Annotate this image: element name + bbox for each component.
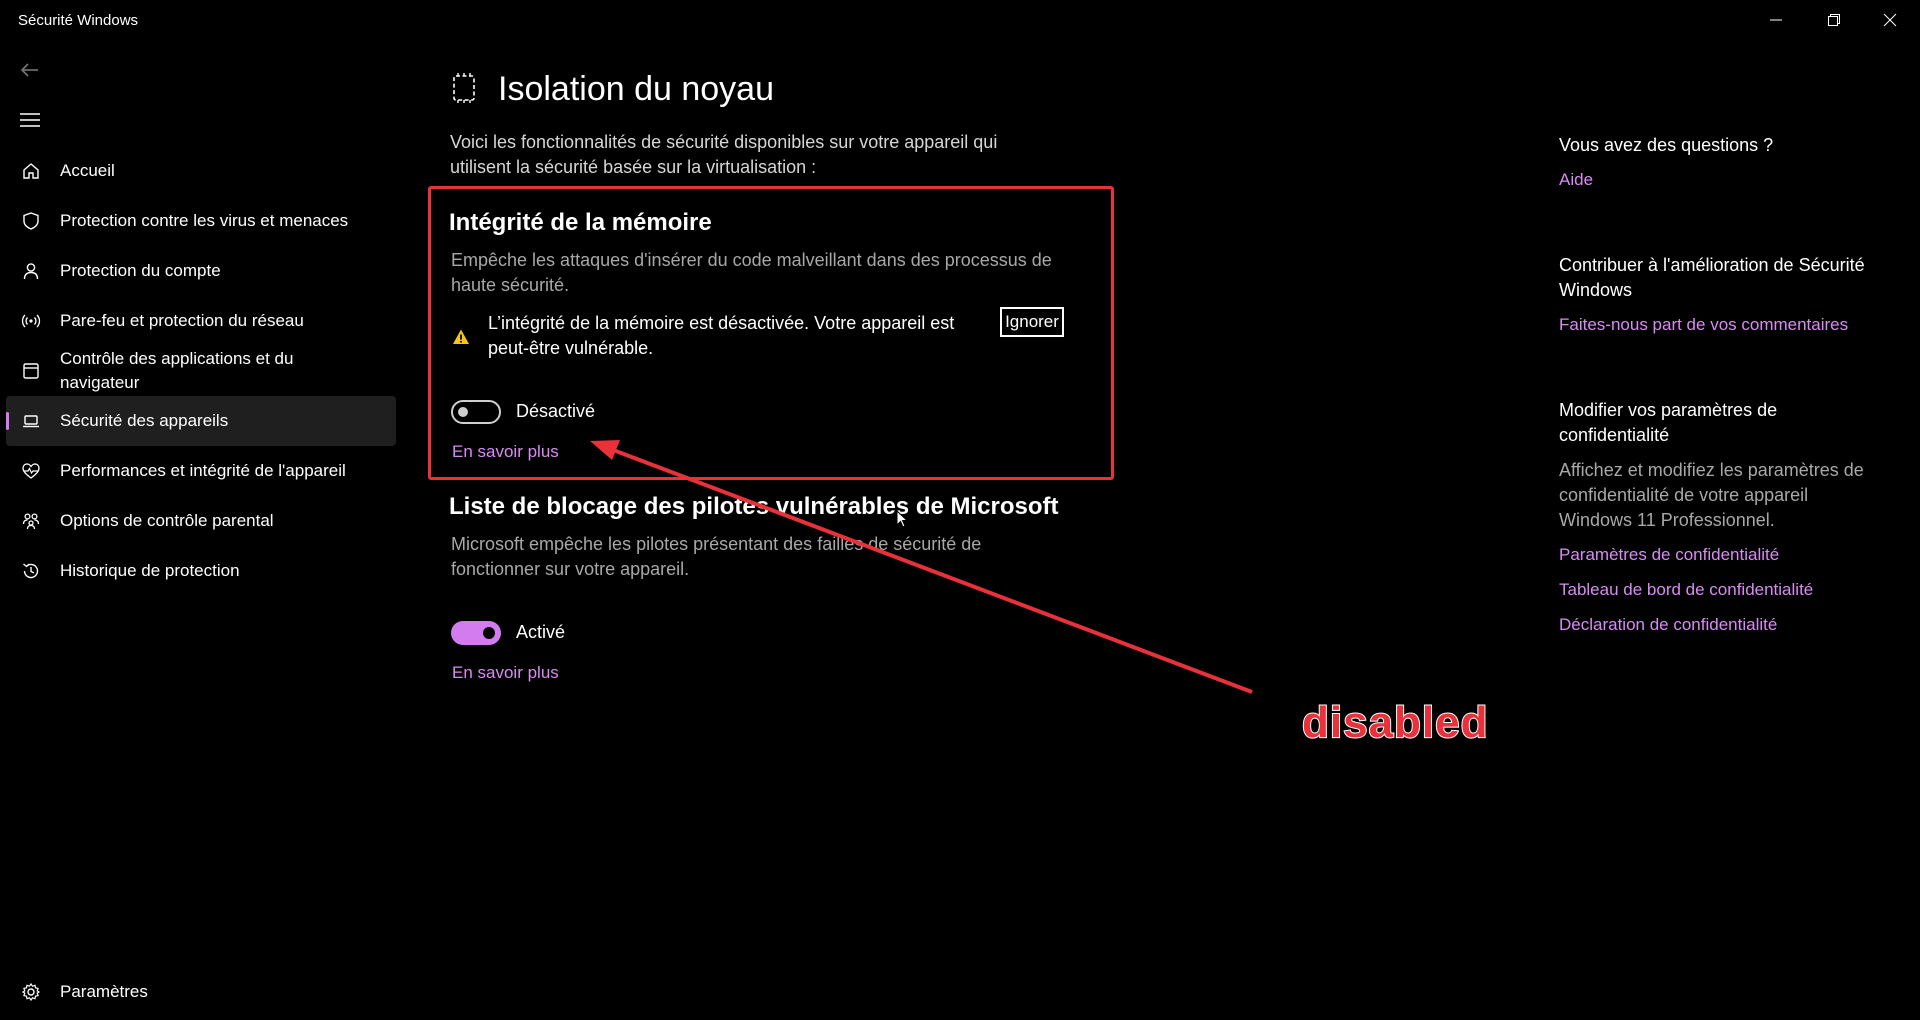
- sidebar-item-protection-history[interactable]: Historique de protection: [6, 546, 396, 596]
- browser-window-icon: [20, 360, 42, 382]
- settings-label: Paramètres: [60, 982, 148, 1001]
- driver-blocklist-description: Microsoft empêche les pilotes présentant…: [451, 534, 982, 579]
- settings-button[interactable]: Paramètres: [6, 968, 396, 1016]
- ignore-button[interactable]: Ignorer: [1000, 307, 1064, 337]
- sidebar-item-label: Historique de protection: [60, 561, 240, 580]
- close-button[interactable]: [1862, 0, 1918, 40]
- sidebar-item-label: Accueil: [60, 161, 115, 180]
- sidebar-item-account-protection[interactable]: Protection du compte: [6, 246, 396, 296]
- core-isolation-icon: [450, 72, 478, 104]
- home-icon: [20, 160, 42, 182]
- shield-icon: [20, 210, 42, 232]
- memory-integrity-toggle-label: Désactivé: [516, 401, 596, 421]
- help-heading: Vous avez des questions ?: [1559, 135, 1774, 155]
- history-icon: [20, 560, 42, 582]
- privacy-text: Affichez et modifiez les paramètres de c…: [1559, 460, 1864, 530]
- feedback-section: Contribuer à l'amélioration de Sécurité …: [1559, 253, 1879, 335]
- title-bar: Sécurité Windows: [0, 0, 1920, 40]
- privacy-settings-link[interactable]: Paramètres de confidentialité: [1559, 545, 1879, 565]
- sidebar-item-label: Performances et intégrité de l'appareil: [60, 461, 346, 480]
- wifi-antenna-icon: [20, 310, 42, 332]
- toggle-knob: [483, 627, 495, 639]
- family-icon: [20, 510, 42, 532]
- sidebar-item-device-performance[interactable]: Performances et intégrité de l'appareil: [6, 446, 396, 496]
- mouse-cursor-icon: [896, 510, 909, 528]
- app-title: Sécurité Windows: [18, 12, 139, 29]
- warning-icon: [452, 328, 470, 346]
- annotation-label: disabled: [1301, 697, 1489, 748]
- privacy-statement-link[interactable]: Déclaration de confidentialité: [1559, 615, 1879, 635]
- privacy-dashboard-link[interactable]: Tableau de bord de confidentialité: [1559, 580, 1879, 600]
- driver-blocklist-toggle[interactable]: [451, 621, 501, 645]
- sidebar-item-parental-controls[interactable]: Options de contrôle parental: [6, 496, 396, 546]
- sidebar-item-label: Options de contrôle parental: [60, 511, 274, 530]
- help-link[interactable]: Aide: [1559, 170, 1879, 190]
- toggle-knob: [458, 407, 468, 417]
- sidebar-item-home[interactable]: Accueil: [6, 146, 396, 196]
- person-icon: [20, 260, 42, 282]
- sidebar-item-app-browser-control[interactable]: Contrôle des applications et du navigate…: [6, 346, 396, 396]
- sidebar-item-label: Contrôle des applications et du navigate…: [60, 349, 294, 392]
- memory-integrity-toggle[interactable]: [451, 400, 501, 424]
- privacy-section: Modifier vos paramètres de confidentiali…: [1559, 398, 1879, 635]
- menu-button[interactable]: [18, 110, 42, 130]
- driver-blocklist-title: Liste de blocage des pilotes vulnérables…: [449, 493, 1059, 520]
- back-button[interactable]: [18, 60, 42, 80]
- driver-blocklist-learn-more-link[interactable]: En savoir plus: [452, 663, 559, 683]
- gear-icon: [20, 981, 42, 1003]
- back-arrow-icon: [20, 63, 38, 77]
- driver-blocklist-toggle-label: Activé: [516, 622, 566, 642]
- sidebar-item-device-security[interactable]: Sécurité des appareils: [6, 396, 396, 446]
- page-intro: Voici les fonctionnalités de sécurité di…: [450, 132, 998, 177]
- memory-integrity-title: Intégrité de la mémoire: [449, 209, 712, 236]
- feedback-heading: Contribuer à l'amélioration de Sécurité …: [1559, 255, 1865, 300]
- sidebar-item-label: Protection contre les virus et menaces: [60, 211, 349, 230]
- minimize-icon: [1770, 19, 1782, 21]
- heart-pulse-icon: [20, 460, 42, 482]
- restore-button[interactable]: [1806, 0, 1862, 40]
- sidebar-nav: Accueil Protection contre les virus et m…: [6, 146, 396, 596]
- feedback-link[interactable]: Faites-nous part de vos commentaires: [1559, 315, 1879, 335]
- sidebar-item-label: Pare-feu et protection du réseau: [60, 311, 304, 330]
- page-title: Isolation du noyau: [498, 70, 774, 108]
- sidebar-item-label: Sécurité des appareils: [60, 411, 229, 430]
- close-icon: [1883, 13, 1897, 27]
- sidebar-item-virus-protection[interactable]: Protection contre les virus et menaces: [6, 196, 396, 246]
- memory-integrity-description: Empêche les attaques d'insérer du code m…: [451, 250, 1052, 295]
- laptop-icon: [20, 410, 42, 432]
- restore-icon: [1828, 14, 1840, 26]
- sidebar-item-label: Protection du compte: [60, 261, 221, 280]
- privacy-heading: Modifier vos paramètres de confidentiali…: [1559, 400, 1778, 445]
- minimize-button[interactable]: [1748, 0, 1804, 40]
- help-section: Vous avez des questions ? Aide: [1559, 133, 1879, 190]
- sidebar-item-firewall[interactable]: Pare-feu et protection du réseau: [6, 296, 396, 346]
- hamburger-icon: [20, 113, 40, 127]
- memory-integrity-learn-more-link[interactable]: En savoir plus: [452, 442, 559, 462]
- memory-integrity-warning: L’intégrité de la mémoire est désactivée…: [488, 313, 955, 358]
